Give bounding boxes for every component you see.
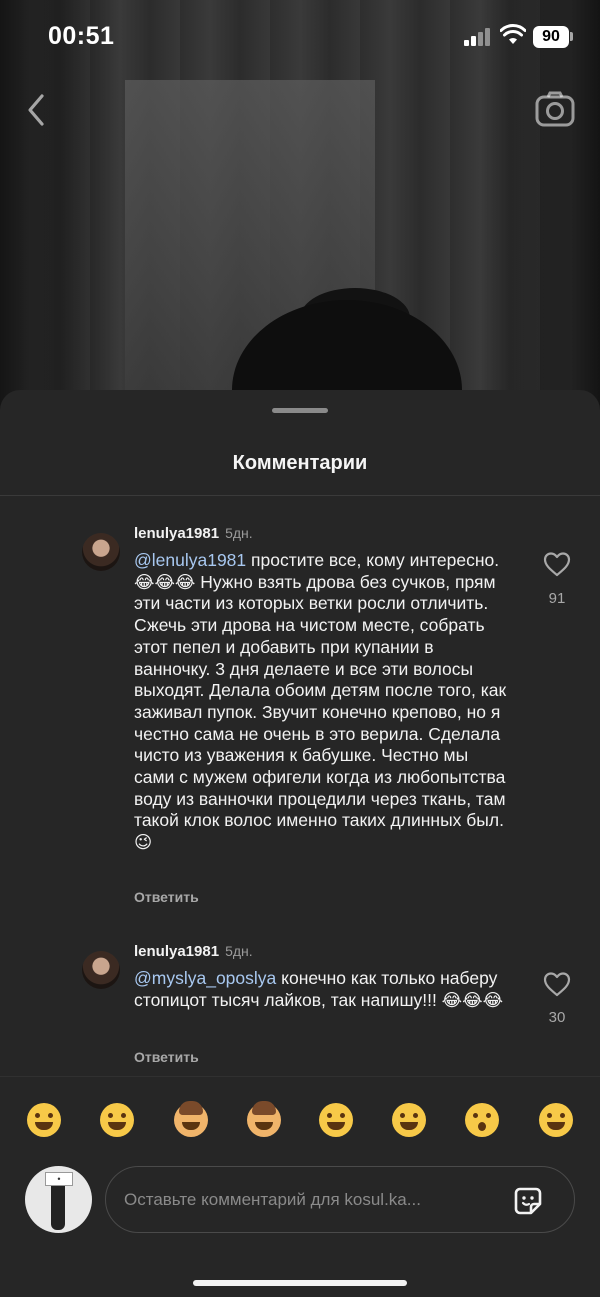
comment-body: простите все, кому интересно.😂😂😂 Нужно в… xyxy=(134,550,507,853)
like-count: 91 xyxy=(548,590,566,607)
grinning-big-eyes-emoji-icon[interactable] xyxy=(392,1103,426,1137)
battery-indicator: 90 xyxy=(533,26,569,48)
comment-input-field xyxy=(105,1166,575,1233)
like-count: 30 xyxy=(548,1009,566,1026)
sheet-title: Комментарии xyxy=(232,452,368,474)
comment-text: @lenulya1981 простите все, кому интересн… xyxy=(134,550,509,854)
facepalm-emoji-icon[interactable] xyxy=(174,1101,208,1137)
my-avatar: • xyxy=(25,1166,92,1233)
camera-icon[interactable] xyxy=(534,90,576,128)
rolling-laughing-emoji-icon[interactable] xyxy=(27,1103,61,1137)
shrug-emoji-icon[interactable] xyxy=(247,1101,281,1137)
comment-mention[interactable]: @lenulya1981 xyxy=(134,550,246,570)
heart-icon[interactable] xyxy=(543,551,571,577)
grinning-sweat-emoji-icon[interactable] xyxy=(100,1103,134,1137)
back-chevron-icon[interactable] xyxy=(22,90,52,130)
comment-username[interactable]: lenulya1981 xyxy=(134,525,219,542)
tears-of-joy-emoji-icon[interactable] xyxy=(539,1103,573,1137)
grinning-emoji-icon[interactable] xyxy=(319,1103,353,1137)
avatar-photo-tag: • xyxy=(45,1172,73,1186)
quick-reactions-bar xyxy=(0,1076,600,1158)
comment-input-bar: • xyxy=(0,1158,600,1297)
sticker-icon[interactable] xyxy=(510,1183,546,1219)
avatar-photo xyxy=(51,1180,65,1230)
astonished-emoji-icon[interactable] xyxy=(465,1103,499,1137)
reply-button[interactable]: Ответить xyxy=(134,889,199,905)
heart-icon[interactable] xyxy=(543,971,571,997)
comment-header: lenulya1981 5дн. xyxy=(134,943,253,960)
comment-time: 5дн. xyxy=(225,525,253,541)
divider xyxy=(0,495,600,496)
cellular-signal-icon xyxy=(464,26,492,46)
avatar[interactable] xyxy=(82,533,120,571)
comment-username[interactable]: lenulya1981 xyxy=(134,943,219,960)
battery-tip xyxy=(570,32,573,41)
comment-time: 5дн. xyxy=(225,943,253,959)
comment-input[interactable] xyxy=(124,1167,504,1232)
sheet-grabber[interactable] xyxy=(272,408,328,413)
avatar[interactable] xyxy=(82,951,120,989)
comment-header: lenulya1981 5дн. xyxy=(134,525,253,542)
comment-mention[interactable]: @myslya_oposlya xyxy=(134,968,276,988)
status-bar: 00:51 90 xyxy=(0,0,600,78)
wifi-icon xyxy=(500,24,526,44)
comment-text: @myslya_oposlya конечно как только набер… xyxy=(134,968,509,1011)
status-time: 00:51 xyxy=(48,22,115,50)
reply-button[interactable]: Ответить xyxy=(134,1049,199,1065)
home-indicator xyxy=(193,1280,407,1286)
